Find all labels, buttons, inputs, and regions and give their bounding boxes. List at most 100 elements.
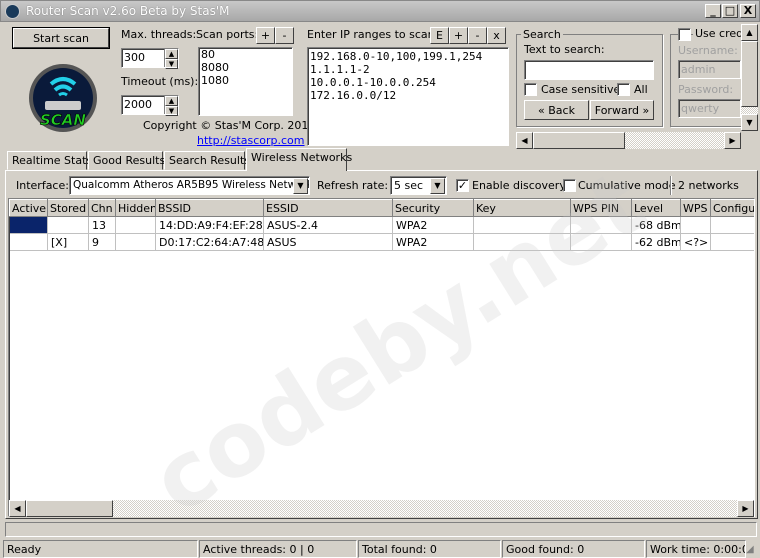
tab-realtime-stats[interactable]: Realtime Stats [7, 151, 92, 170]
copyright: Copyright © Stas'M Corp. 2018 [143, 119, 316, 132]
spinner-arrows-icon[interactable]: ▲ ▼ [164, 96, 178, 116]
table-cell[interactable] [710, 233, 754, 251]
table-cell[interactable]: ASUS [263, 233, 393, 251]
networks-grid[interactable]: Active Stored Chn Hidden BSSID ESSID Sec… [8, 198, 755, 517]
start-scan-button[interactable]: Start scan [12, 27, 110, 49]
chevron-down-icon[interactable]: ▼ [430, 178, 445, 194]
scroll-thumb[interactable] [533, 132, 625, 149]
add-range-button[interactable]: + [449, 27, 468, 44]
table-cell[interactable]: 9 [88, 233, 116, 251]
status-total-found: Total found: 0 [358, 540, 501, 558]
table-cell[interactable]: WPA2 [392, 233, 474, 251]
scroll-left-icon[interactable]: ◀ [516, 132, 533, 149]
table-cell[interactable] [115, 216, 156, 234]
table-header: Active Stored Chn Hidden BSSID ESSID Sec… [9, 199, 754, 217]
col-wps-pin[interactable]: WPS PIN [570, 199, 632, 217]
ip-range[interactable]: 1.1.1.1-2 [308, 63, 508, 76]
port-item[interactable]: 1080 [199, 74, 292, 87]
scroll-right-icon[interactable]: ▶ [737, 500, 754, 517]
clear-ranges-button[interactable]: x [487, 27, 506, 44]
timeout-spinner[interactable]: 2000 ▲ ▼ [121, 95, 179, 116]
col-level[interactable]: Level [631, 199, 681, 217]
max-threads-spinner[interactable]: 300 ▲ ▼ [121, 48, 179, 69]
table-cell[interactable]: [X] [47, 233, 89, 251]
col-hidden[interactable]: Hidden [115, 199, 156, 217]
edit-range-button[interactable]: E [430, 27, 449, 44]
table-cell[interactable] [473, 216, 571, 234]
scroll-left-icon[interactable]: ◀ [9, 500, 26, 517]
ip-ranges-textarea[interactable]: 192.168.0-10,100,199.1,254 1.1.1.1-2 10.… [307, 47, 509, 146]
table-cell[interactable]: -62 dBm [631, 233, 681, 251]
col-wps[interactable]: WPS [680, 199, 711, 217]
table-cell[interactable]: D0:17:C2:64:A7:48 [155, 233, 264, 251]
ports-list[interactable]: 80 8080 1080 [198, 47, 293, 116]
col-essid[interactable]: ESSID [263, 199, 393, 217]
refresh-rate-select[interactable]: 5 sec ▼ [390, 176, 447, 195]
interface-select[interactable]: Qualcomm Atheros AR5B95 Wireless Network… [69, 176, 310, 195]
table-cell[interactable]: 13 [88, 216, 116, 234]
tab-search-results[interactable]: Search Results [164, 151, 250, 170]
scroll-up-icon[interactable]: ▲ [741, 24, 758, 41]
table-cell[interactable]: ASUS-2.4 [263, 216, 393, 234]
close-button[interactable]: X [740, 4, 756, 18]
table-cell[interactable] [115, 233, 156, 251]
cumulative-mode-checkbox[interactable] [563, 179, 576, 192]
timeout-label: Timeout (ms): [121, 75, 199, 88]
col-key[interactable]: Key [473, 199, 571, 217]
col-stored[interactable]: Stored [47, 199, 89, 217]
scroll-thumb[interactable] [741, 41, 758, 107]
table-row[interactable]: 13 14:DD:A9:F4:EF:28 ASUS-2.4 WPA2 -68 dBm [9, 216, 754, 234]
scroll-right-icon[interactable]: ▶ [724, 132, 741, 149]
ip-range[interactable]: 192.168.0-10,100,199.1,254 [308, 50, 508, 63]
enable-discovery-checkbox[interactable]: ✓ [456, 179, 469, 192]
username-input[interactable]: admin [678, 60, 741, 79]
back-button[interactable]: « Back [524, 100, 589, 120]
spinner-arrows-icon[interactable]: ▲ ▼ [164, 49, 178, 69]
table-cell[interactable] [710, 216, 754, 234]
ip-range[interactable]: 172.16.0.0/12 [308, 89, 508, 102]
col-security[interactable]: Security [392, 199, 474, 217]
table-cell[interactable] [9, 216, 48, 234]
resize-grip-icon[interactable]: ◢ [746, 544, 754, 555]
timeout-value[interactable]: 2000 [122, 96, 164, 114]
table-cell[interactable]: -68 dBm [631, 216, 681, 234]
port-item[interactable]: 8080 [199, 61, 292, 74]
table-cell[interactable]: WPA2 [392, 216, 474, 234]
website-link[interactable]: http://stascorp.com [197, 134, 305, 147]
max-threads-value[interactable]: 300 [122, 49, 164, 67]
maximize-button[interactable]: □ [722, 4, 738, 18]
scroll-thumb[interactable] [26, 500, 113, 517]
table-row[interactable]: [X] 9 D0:17:C2:64:A7:48 ASUS WPA2 -62 dBm <?> [9, 233, 754, 251]
minimize-button[interactable]: _ [705, 4, 721, 18]
table-cell[interactable] [47, 216, 89, 234]
grid-horizontal-scrollbar[interactable] [9, 500, 754, 517]
case-sensitive-checkbox[interactable] [524, 83, 537, 96]
table-cell[interactable]: 14:DD:A9:F4:EF:28 [155, 216, 264, 234]
col-active[interactable]: Active [9, 199, 48, 217]
app-icon [5, 4, 20, 19]
col-chn[interactable]: Chn [88, 199, 116, 217]
all-checkbox[interactable] [617, 83, 630, 96]
password-input[interactable]: qwerty [678, 99, 741, 118]
col-bssid[interactable]: BSSID [155, 199, 264, 217]
table-cell[interactable] [570, 216, 632, 234]
add-port-button[interactable]: + [256, 27, 275, 44]
remove-port-button[interactable]: - [275, 27, 294, 44]
table-cell[interactable] [570, 233, 632, 251]
remove-range-button[interactable]: - [468, 27, 487, 44]
table-cell[interactable] [9, 233, 48, 251]
search-input[interactable] [524, 60, 654, 80]
tab-wireless-networks[interactable]: Wireless Networks [246, 148, 352, 171]
forward-button[interactable]: Forward » [590, 100, 654, 120]
col-config[interactable]: Configu [710, 199, 754, 217]
table-cell[interactable]: <?> [680, 233, 711, 251]
chevron-down-icon[interactable]: ▼ [293, 178, 308, 194]
tab-good-results[interactable]: Good Results [88, 151, 165, 170]
table-cell[interactable] [473, 233, 571, 251]
scroll-down-icon[interactable]: ▼ [741, 114, 758, 131]
use-credentials-checkbox[interactable] [678, 28, 691, 41]
port-item[interactable]: 80 [199, 48, 292, 61]
ip-range[interactable]: 10.0.0.1-10.0.0.254 [308, 76, 508, 89]
status-work-time: Work time: 0:00:00 [646, 540, 746, 558]
table-cell[interactable] [680, 216, 711, 234]
